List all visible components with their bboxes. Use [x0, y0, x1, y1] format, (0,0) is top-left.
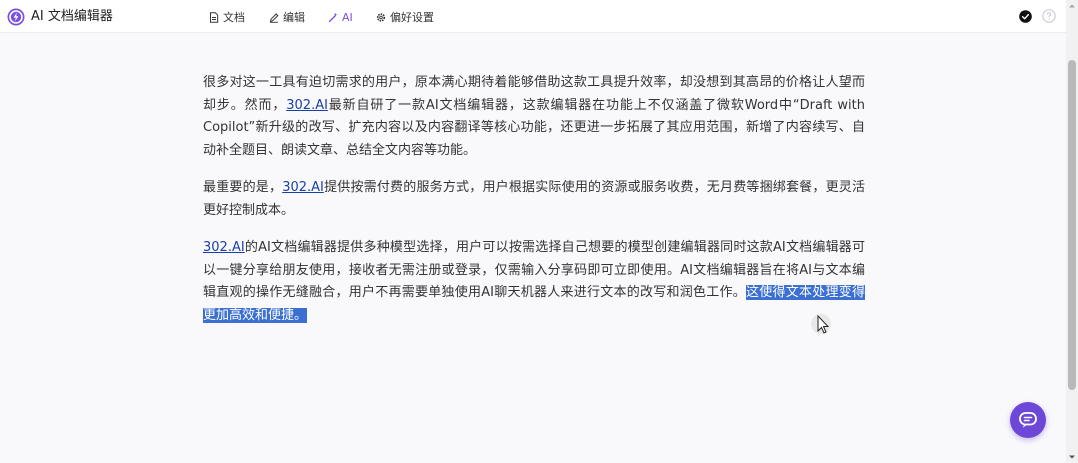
paragraph-3[interactable]: 302.AI的AI文档编辑器提供多种模型选择，用户可以按需选择自己想要的模型创建… — [203, 237, 865, 327]
app-window: AI 文档编辑器 文档 编辑 AI 偏好设置 很多对这一工具有迫切需求的用户，原… — [0, 0, 1078, 463]
magic-wand-icon — [328, 12, 338, 22]
document-icon — [210, 11, 219, 23]
nav-edit-tab[interactable]: 编辑 — [269, 8, 305, 26]
chat-bubble-icon — [1019, 412, 1037, 428]
nav-edit-label: 编辑 — [283, 11, 305, 24]
nav-settings-tab[interactable]: 偏好设置 — [376, 8, 434, 26]
paragraph-1[interactable]: 很多对这一工具有迫切需求的用户，原本满心期待着能够借助这款工具提升效率，却没想到… — [203, 72, 865, 162]
nav-ai-label: AI — [342, 10, 353, 24]
nav-doc-label: 文档 — [223, 11, 245, 24]
app-logo-icon — [7, 8, 25, 26]
scroll-up-arrow-icon[interactable] — [1066, 0, 1078, 12]
link-302ai[interactable]: 302.AI — [286, 98, 328, 113]
mouse-cursor-icon — [811, 314, 831, 334]
nav-doc-tab[interactable]: 文档 — [209, 8, 245, 26]
top-header: AI 文档编辑器 文档 编辑 AI 偏好设置 — [0, 0, 1066, 33]
pencil-icon — [269, 12, 279, 23]
link-302ai[interactable]: 302.AI — [282, 180, 324, 195]
help-circle-icon[interactable] — [1042, 9, 1056, 23]
link-302ai[interactable]: 302.AI — [203, 240, 245, 255]
scrollbar-thumb[interactable] — [1068, 60, 1076, 390]
check-circle-icon — [1019, 10, 1032, 23]
app-title: AI 文档编辑器 — [31, 9, 113, 24]
nav-settings-label: 偏好设置 — [390, 11, 434, 24]
nav-ai-tab[interactable]: AI — [328, 8, 353, 26]
chat-button[interactable] — [1010, 402, 1046, 438]
document-editor[interactable]: 很多对这一工具有迫切需求的用户，原本满心期待着能够借助这款工具提升效率，却没想到… — [203, 72, 865, 342]
scroll-down-arrow-icon[interactable] — [1066, 451, 1078, 463]
paragraph-2[interactable]: 最重要的是，302.AI提供按需付费的服务方式，用户根据实际使用的资源或服务收费… — [203, 177, 865, 222]
gear-icon — [376, 12, 386, 22]
vertical-scrollbar[interactable] — [1066, 0, 1078, 463]
paragraph-2-text-a: 最重要的是， — [203, 180, 283, 195]
